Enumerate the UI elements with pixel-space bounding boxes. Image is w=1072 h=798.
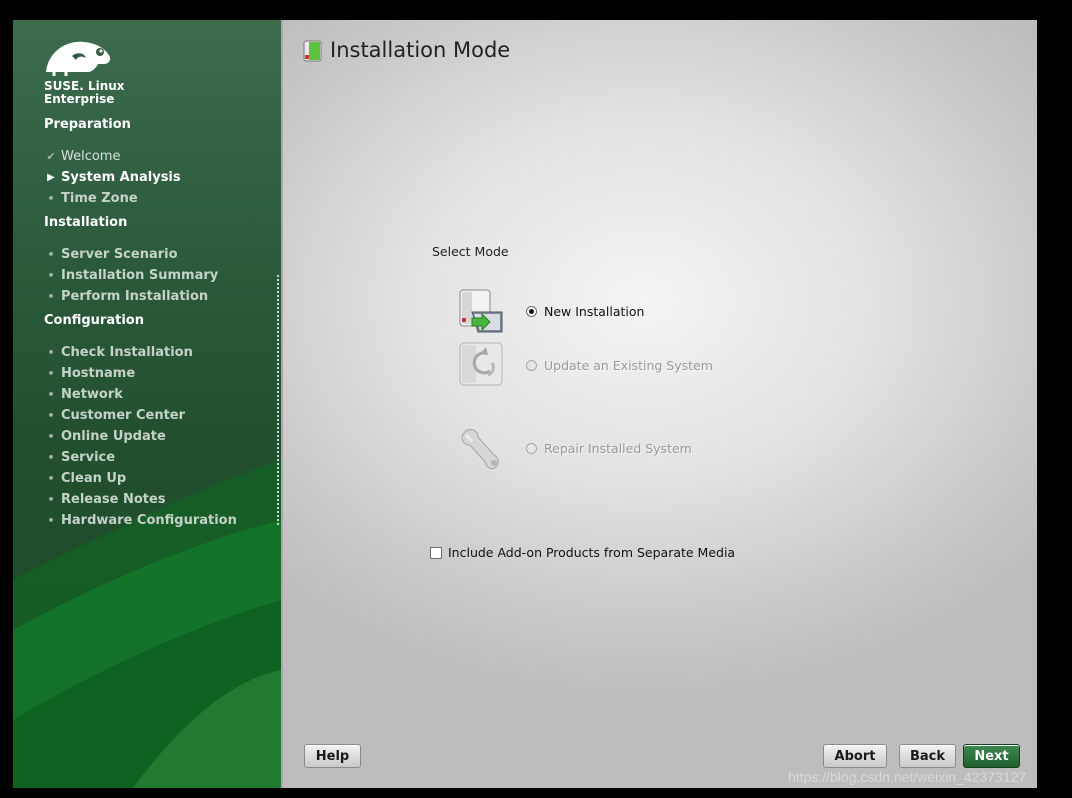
radio-label: Update an Existing System	[544, 358, 713, 373]
bullet-icon: •	[47, 471, 55, 485]
step-label: Online Update	[61, 428, 166, 444]
radio-update-existing-system[interactable]: Update an Existing System	[526, 358, 713, 373]
sidebar: SUSE. Linux Enterprise Preparation ✔ Wel…	[13, 20, 281, 788]
bullet-icon: •	[47, 289, 55, 303]
step-online-update: • Online Update	[41, 427, 166, 445]
step-label: Hardware Configuration	[61, 512, 237, 528]
step-installation-summary: • Installation Summary	[41, 266, 218, 284]
abort-button[interactable]: Abort	[823, 744, 887, 768]
step-welcome: ✔ Welcome	[41, 147, 120, 165]
step-label: Installation Summary	[61, 267, 219, 283]
update-system-icon	[459, 342, 503, 386]
step-system-analysis: ▶ System Analysis	[41, 168, 181, 186]
step-hostname: • Hostname	[41, 364, 135, 382]
checkbox[interactable]	[430, 546, 442, 559]
installation-mode-icon	[303, 40, 322, 62]
step-label: Service	[61, 449, 116, 465]
step-label: Server Scenario	[61, 246, 178, 262]
step-clean-up: • Clean Up	[41, 469, 126, 487]
step-label: Welcome	[61, 148, 121, 164]
step-label: Customer Center	[61, 407, 186, 423]
step-label: Check Installation	[61, 344, 193, 360]
bullet-icon: •	[47, 513, 55, 527]
bullet-icon: •	[47, 408, 55, 422]
step-hardware-configuration: • Hardware Configuration	[41, 511, 237, 529]
step-label: Time Zone	[61, 190, 138, 206]
radio-button[interactable]	[526, 443, 537, 454]
page-title: Installation Mode	[330, 38, 511, 62]
section-configuration: Configuration	[44, 313, 144, 328]
radio-button[interactable]	[526, 360, 537, 371]
radio-new-installation[interactable]: New Installation	[526, 304, 644, 319]
suse-chameleon-logo	[46, 41, 111, 76]
radio-label: New Installation	[544, 304, 645, 319]
step-customer-center: • Customer Center	[41, 406, 185, 424]
repair-wrench-icon	[461, 429, 499, 470]
bullet-icon: •	[47, 366, 55, 380]
radio-button[interactable]	[526, 306, 537, 317]
next-button[interactable]: Next	[963, 744, 1020, 768]
checkbox-label: Include Add-on Products from Separate Me…	[448, 545, 736, 560]
back-button[interactable]: Back	[899, 744, 956, 768]
addon-products-checkbox[interactable]: Include Add-on Products from Separate Me…	[430, 545, 735, 560]
step-check-installation: • Check Installation	[41, 343, 193, 361]
bullet-icon: •	[47, 429, 55, 443]
step-service: • Service	[41, 448, 115, 466]
step-perform-installation: • Perform Installation	[41, 287, 208, 305]
bullet-icon: •	[47, 387, 55, 401]
step-server-scenario: • Server Scenario	[41, 245, 178, 263]
sidebar-resize-handle[interactable]	[277, 275, 279, 527]
help-button[interactable]: Help	[304, 744, 361, 768]
installer-window: SUSE. Linux Enterprise Preparation ✔ Wel…	[13, 20, 1037, 788]
watermark-text: https://blog.csdn.net/weixin_42373127	[788, 769, 1027, 785]
step-label: Perform Installation	[61, 288, 209, 304]
bullet-icon: •	[47, 492, 55, 506]
brand-line2: Enterprise	[44, 92, 115, 106]
step-label: Hostname	[61, 365, 136, 381]
new-installation-icon	[459, 289, 503, 333]
section-installation: Installation	[44, 215, 128, 230]
step-label: Network	[61, 386, 123, 402]
step-network: • Network	[41, 385, 123, 403]
brand-name: SUSE. Linux Enterprise	[44, 80, 125, 106]
step-label: System Analysis	[61, 169, 181, 185]
section-preparation: Preparation	[44, 117, 131, 132]
radio-label: Repair Installed System	[544, 441, 692, 456]
bullet-icon: •	[47, 191, 55, 205]
step-release-notes: • Release Notes	[41, 490, 166, 508]
current-step-arrow-icon: ▶	[47, 171, 55, 183]
bullet-icon: •	[47, 345, 55, 359]
step-label: Clean Up	[61, 470, 127, 486]
step-time-zone: • Time Zone	[41, 189, 138, 207]
bullet-icon: •	[47, 247, 55, 261]
bullet-icon: •	[47, 268, 55, 282]
main-panel: Installation Mode Select Mode New Instal…	[281, 20, 1037, 788]
sidebar-background-art	[13, 460, 281, 788]
bullet-icon: •	[47, 450, 55, 464]
checkmark-icon: ✔	[46, 149, 56, 163]
select-mode-label: Select Mode	[432, 244, 509, 259]
radio-repair-installed-system[interactable]: Repair Installed System	[526, 441, 692, 456]
step-label: Release Notes	[61, 491, 166, 507]
